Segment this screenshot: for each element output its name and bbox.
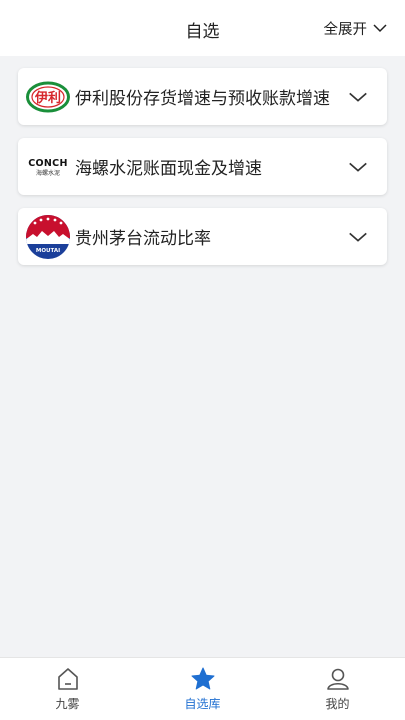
tab-label: 九雾	[55, 697, 80, 711]
svg-text:MOUTAI: MOUTAI	[36, 248, 60, 254]
user-icon	[326, 668, 349, 690]
watchlist: 伊利 伊利股份存货增速与预收账款增速 CONCH 海螺水泥 海螺水泥账面现金及增…	[18, 68, 387, 278]
bottom-tab-bar: 九雾 自选库 我的	[0, 657, 405, 720]
tab-profile[interactable]: 我的	[270, 658, 405, 720]
chevron-down-icon[interactable]	[347, 86, 369, 108]
app-screen: 自选 全展开 伊利 伊利股份存货增速与预收账款增速 CONCH 海螺水泥 海螺水…	[0, 0, 405, 720]
tab-home[interactable]: 九雾	[0, 658, 135, 720]
chevron-down-icon[interactable]	[347, 226, 369, 248]
expand-all-button[interactable]: 全展开	[324, 17, 390, 39]
conch-logo: CONCH 海螺水泥	[25, 144, 71, 190]
chevron-down-icon	[373, 24, 387, 33]
card-title: 伊利股份存货增速与预收账款增速	[75, 89, 330, 109]
header-bar: 自选 全展开	[0, 0, 405, 56]
yili-logo: 伊利	[25, 74, 71, 120]
card-title: 海螺水泥账面现金及增速	[75, 159, 262, 179]
tab-watchlist[interactable]: 自选库	[135, 658, 270, 720]
tab-label: 自选库	[184, 697, 221, 711]
watchlist-card[interactable]: 伊利 伊利股份存货增速与预收账款增速	[18, 68, 387, 125]
svg-text:CONCH: CONCH	[28, 158, 67, 169]
expand-all-label: 全展开	[323, 21, 368, 38]
chevron-down-icon[interactable]	[347, 156, 369, 178]
moutai-logo: MOUTAI	[25, 214, 71, 260]
tab-label: 我的	[325, 697, 350, 711]
svg-text:伊利: 伊利	[34, 90, 61, 106]
watchlist-card[interactable]: CONCH 海螺水泥 海螺水泥账面现金及增速	[18, 138, 387, 195]
star-icon	[191, 667, 214, 690]
watchlist-card[interactable]: MOUTAI 贵州茅台流动比率	[18, 208, 387, 265]
svg-text:海螺水泥: 海螺水泥	[36, 169, 60, 177]
card-title: 贵州茅台流动比率	[75, 229, 211, 249]
home-icon	[57, 668, 78, 690]
